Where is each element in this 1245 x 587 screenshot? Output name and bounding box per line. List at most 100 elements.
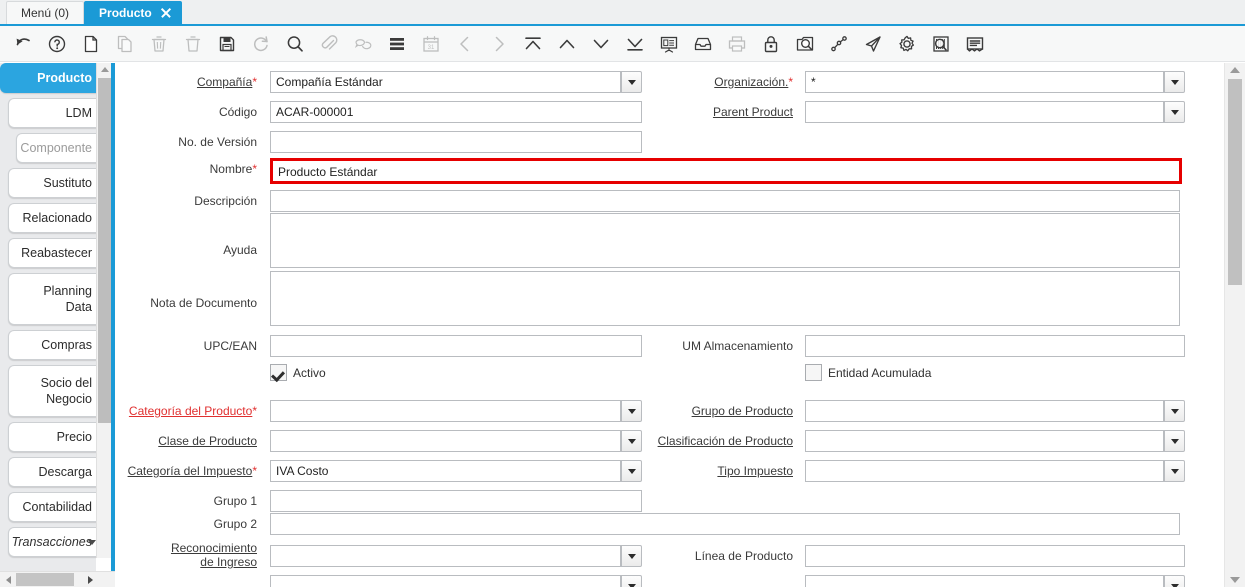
sidebar-item-relacionado[interactable]: Relacionado bbox=[8, 203, 96, 233]
field-label-text: Organización. bbox=[714, 75, 789, 89]
sidebar-item-descarga[interactable]: Descarga bbox=[8, 457, 96, 487]
sidebar-item-compras[interactable]: Compras bbox=[8, 330, 96, 360]
checkbox-label: Entidad Acumulada bbox=[828, 365, 932, 380]
zoom-across-icon[interactable] bbox=[788, 27, 822, 61]
send-icon[interactable] bbox=[856, 27, 890, 61]
sidebar-item-contabilidad[interactable]: Contabilidad bbox=[8, 492, 96, 522]
undo-icon[interactable] bbox=[6, 27, 40, 61]
form-scrollbar-thumb[interactable] bbox=[1228, 79, 1242, 285]
grid-toggle-icon[interactable] bbox=[380, 27, 414, 61]
report-icon[interactable] bbox=[652, 27, 686, 61]
up-icon[interactable] bbox=[550, 27, 584, 61]
last-record-icon[interactable] bbox=[618, 27, 652, 61]
combobox-value-parent-product[interactable] bbox=[805, 101, 1164, 123]
chevron-down-icon[interactable] bbox=[621, 575, 642, 587]
help-icon[interactable] bbox=[40, 27, 74, 61]
sidebar-scroll-left-icon[interactable] bbox=[1, 572, 15, 587]
sidebar-hscrollbar-thumb[interactable] bbox=[16, 573, 74, 586]
chevron-down-icon[interactable] bbox=[1164, 101, 1185, 123]
form-scroll-up-icon[interactable] bbox=[1225, 63, 1245, 77]
input-nota-de-documento[interactable] bbox=[270, 271, 1180, 326]
combobox-value-partial-right[interactable] bbox=[805, 575, 1164, 587]
input-nombre[interactable]: Producto Estándar bbox=[270, 158, 1182, 184]
previous-icon bbox=[448, 27, 482, 61]
field-label-text: Nota de Documento bbox=[150, 296, 257, 310]
sidebar-tab-rail: Producto LDM Componente Sustituto Relacionad… bbox=[0, 63, 96, 571]
combobox-partial-bottom-right[interactable] bbox=[805, 575, 1185, 587]
chevron-down-icon[interactable] bbox=[1164, 430, 1185, 452]
input-um-almacenamiento[interactable] bbox=[805, 335, 1185, 357]
lock-icon[interactable] bbox=[754, 27, 788, 61]
sidebar-item-reabastecer[interactable]: Reabastecer bbox=[8, 238, 96, 268]
sidebar-item-precio[interactable]: Precio bbox=[8, 422, 96, 452]
combobox-clasificacion-de-producto[interactable] bbox=[805, 430, 1185, 452]
checkbox-entidad-acumulada[interactable]: Entidad Acumulada bbox=[805, 364, 931, 381]
combobox-value-partial[interactable] bbox=[270, 575, 621, 587]
sidebar-item-transacciones[interactable]: Transacciones bbox=[8, 527, 96, 557]
sidebar-item-label: Sustituto bbox=[43, 176, 92, 190]
field-label-um-almacenamiento: UM Almacenamiento bbox=[543, 339, 793, 353]
sidebar-item-sustituto[interactable]: Sustituto bbox=[8, 168, 96, 198]
checkbox-activo[interactable]: Activo bbox=[270, 364, 326, 381]
input-descripcion[interactable] bbox=[270, 190, 1180, 212]
down-icon[interactable] bbox=[584, 27, 618, 61]
sidebar-scroll-up-icon[interactable] bbox=[97, 63, 112, 76]
input-linea-de-producto[interactable] bbox=[805, 545, 1185, 567]
field-label-grupo-de-producto: Grupo de Producto bbox=[543, 404, 793, 418]
combobox-parent-product[interactable] bbox=[805, 101, 1185, 123]
svg-text:31: 31 bbox=[428, 44, 435, 50]
new-record-icon[interactable] bbox=[74, 27, 108, 61]
field-label-text: Línea de Producto bbox=[694, 549, 793, 563]
field-label-text: Grupo 2 bbox=[213, 517, 257, 531]
window-tab-producto[interactable]: Producto bbox=[84, 1, 182, 24]
preferences-icon[interactable] bbox=[890, 27, 924, 61]
form-scroll-down-icon[interactable] bbox=[1225, 573, 1245, 587]
archive-icon[interactable] bbox=[686, 27, 720, 61]
input-grupo-2[interactable] bbox=[270, 513, 1180, 535]
window-tab-menu[interactable]: Menú (0) bbox=[6, 1, 85, 24]
combobox-value-clasificacion-de-producto[interactable] bbox=[805, 430, 1164, 452]
chevron-down-icon[interactable] bbox=[1164, 460, 1185, 482]
combobox-value-tipo-impuesto[interactable] bbox=[805, 460, 1164, 482]
checkbox-checked-icon[interactable] bbox=[270, 364, 287, 381]
chevron-down-icon[interactable] bbox=[1164, 575, 1185, 587]
field-label-codigo: Código bbox=[122, 105, 257, 119]
product-info-icon[interactable] bbox=[924, 27, 958, 61]
form-vertical-scrollbar[interactable] bbox=[1224, 63, 1245, 587]
combobox-grupo-de-producto[interactable] bbox=[805, 400, 1185, 422]
chevron-down-icon[interactable] bbox=[1164, 400, 1185, 422]
save-icon[interactable] bbox=[210, 27, 244, 61]
sidebar-scroll-right-icon[interactable] bbox=[83, 572, 97, 587]
input-grupo-1[interactable] bbox=[270, 490, 642, 512]
sidebar-scrollbar-thumb[interactable] bbox=[98, 78, 111, 423]
sidebar-horizontal-scrollbar[interactable] bbox=[0, 571, 115, 587]
input-no-de-version[interactable] bbox=[270, 131, 642, 153]
accounting-info-icon[interactable] bbox=[958, 27, 992, 61]
combobox-tipo-impuesto[interactable] bbox=[805, 460, 1185, 482]
sidebar-item-planning-data[interactable]: Planning Data bbox=[8, 273, 96, 325]
sidebar-item-socio-del-negocio[interactable]: Socio del Negocio bbox=[8, 365, 96, 417]
sidebar-item-label: Reabastecer bbox=[21, 246, 92, 260]
sidebar-item-label: Descarga bbox=[38, 465, 93, 479]
first-record-icon[interactable] bbox=[516, 27, 550, 61]
chevron-down-icon[interactable] bbox=[88, 540, 96, 545]
required-marker: * bbox=[252, 75, 257, 89]
checkbox-unchecked-icon[interactable] bbox=[805, 364, 822, 381]
combobox-partial-bottom-left[interactable] bbox=[270, 575, 642, 587]
required-marker: * bbox=[788, 75, 793, 89]
sidebar-vertical-scrollbar[interactable] bbox=[96, 63, 112, 558]
sidebar-item-producto[interactable]: Producto bbox=[0, 63, 96, 93]
combobox-value-grupo-de-producto[interactable] bbox=[805, 400, 1164, 422]
input-ayuda[interactable] bbox=[270, 213, 1180, 268]
sidebar-item-label: Planning Data bbox=[43, 284, 92, 314]
sidebar-item-label: Relacionado bbox=[22, 211, 93, 225]
field-label-reconocimiento-de-ingreso: Reconocimiento de Ingreso bbox=[157, 541, 257, 569]
workflow-icon[interactable] bbox=[822, 27, 856, 61]
search-icon[interactable] bbox=[278, 27, 312, 61]
chevron-down-icon[interactable] bbox=[1164, 71, 1185, 93]
sidebar-item-ldm[interactable]: LDM bbox=[8, 98, 96, 128]
close-icon[interactable] bbox=[159, 6, 173, 20]
sidebar-item-label: Socio del Negocio bbox=[40, 376, 92, 406]
combobox-organizacion[interactable]: * bbox=[805, 71, 1185, 93]
combobox-value-organizacion[interactable]: * bbox=[805, 71, 1164, 93]
